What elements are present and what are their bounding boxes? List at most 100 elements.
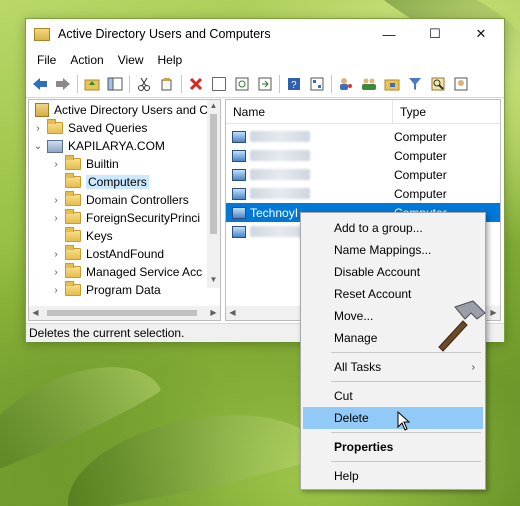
forward-icon[interactable] xyxy=(53,74,73,94)
scroll-up-arrow[interactable]: ▲ xyxy=(207,101,220,110)
collapsed-chevron-icon[interactable]: › xyxy=(50,159,62,170)
menu-item-cut[interactable]: Cut xyxy=(303,385,483,407)
tree-item-label: Managed Service Acc xyxy=(86,265,203,279)
menu-item-properties[interactable]: Properties xyxy=(303,436,483,458)
tree-item[interactable]: ⌄ KAPILARYA.COM xyxy=(32,137,165,155)
status-text: Deletes the current selection. xyxy=(29,326,185,340)
redacted-name xyxy=(250,131,310,142)
refresh-icon[interactable] xyxy=(232,74,252,94)
tree-item-label: ForeignSecurityPrinci xyxy=(86,211,201,225)
tree-root-label: Active Directory Users and Co xyxy=(54,103,215,117)
tree-item-label: Computers xyxy=(86,175,149,189)
cut-icon[interactable] xyxy=(134,74,154,94)
menu-item-add-to-a-group[interactable]: Add to a group... xyxy=(303,217,483,239)
up-folder-icon[interactable] xyxy=(82,74,102,94)
groups-icon[interactable] xyxy=(359,74,379,94)
scroll-down-arrow[interactable]: ▼ xyxy=(207,275,220,284)
computer-row[interactable]: Computer xyxy=(226,184,500,203)
collapsed-chevron-icon[interactable]: › xyxy=(50,213,62,224)
column-header-name[interactable]: Name xyxy=(226,105,392,119)
scroll-right-arrow[interactable]: ▶ xyxy=(207,308,220,317)
tree-item-label: Domain Controllers xyxy=(86,193,189,207)
close-button[interactable]: ✕ xyxy=(458,19,504,49)
menu-file[interactable]: File xyxy=(30,53,63,67)
add-to-group-icon[interactable] xyxy=(451,74,471,94)
maximize-button[interactable]: ☐ xyxy=(412,19,458,49)
computer-row[interactable]: Computer xyxy=(226,127,500,146)
console-tree[interactable]: Active Directory Users and Co › Saved Que… xyxy=(28,99,221,321)
back-icon[interactable] xyxy=(30,74,50,94)
tree-item[interactable]: › Managed Service Acc xyxy=(50,263,202,281)
scroll-thumb[interactable] xyxy=(47,310,197,316)
menu-item-name-mappings[interactable]: Name Mappings... xyxy=(303,239,483,261)
scroll-left-arrow[interactable]: ◀ xyxy=(226,308,239,317)
folder-icon xyxy=(65,173,81,188)
console-tree-icon[interactable] xyxy=(307,74,327,94)
tree-item[interactable]: › LostAndFound xyxy=(50,245,164,263)
menu-item-delete[interactable]: Delete xyxy=(303,407,483,429)
column-header-type[interactable]: Type xyxy=(392,100,426,123)
minimize-button[interactable]: — xyxy=(366,19,412,49)
menu-view[interactable]: View xyxy=(111,53,151,67)
delete-icon[interactable] xyxy=(186,74,206,94)
menu-item-all-tasks[interactable]: All Tasks › xyxy=(303,356,483,378)
folder-icon xyxy=(65,191,81,206)
users-icon[interactable] xyxy=(336,74,356,94)
tree-item[interactable]: › Domain Controllers xyxy=(50,191,189,209)
ou-icon[interactable] xyxy=(382,74,402,94)
menu-item-disable-account[interactable]: Disable Account xyxy=(303,261,483,283)
export-list-icon[interactable] xyxy=(255,74,275,94)
tree-item[interactable]: Computers xyxy=(50,173,149,191)
menu-separator xyxy=(331,461,481,462)
scroll-thumb[interactable] xyxy=(210,114,217,234)
menu-item-label: Delete xyxy=(334,411,369,425)
redacted-name xyxy=(250,188,310,199)
tree-vertical-scrollbar[interactable]: ▲ ▼ xyxy=(207,100,220,288)
menu-item-label: Reset Account xyxy=(334,287,412,301)
tree-item[interactable]: › Saved Queries xyxy=(32,119,147,137)
show-console-tree-icon[interactable] xyxy=(105,74,125,94)
folder-icon xyxy=(65,281,81,296)
copy-icon[interactable] xyxy=(157,74,177,94)
computer-name-cell xyxy=(226,149,376,162)
computer-name-cell xyxy=(226,187,376,200)
menu-item-help[interactable]: Help xyxy=(303,465,483,487)
find-icon[interactable] xyxy=(428,74,448,94)
list-header: Name Type xyxy=(226,100,500,124)
tree-item[interactable]: Keys xyxy=(50,227,113,245)
toolbar-separator xyxy=(279,75,280,93)
tree-item[interactable]: › Builtin xyxy=(50,155,119,173)
menu-item-label: Manage xyxy=(334,331,378,345)
title-bar[interactable]: Active Directory Users and Computers — ☐… xyxy=(26,19,504,49)
expanded-chevron-icon[interactable]: ⌄ xyxy=(32,141,44,152)
filter-icon[interactable] xyxy=(405,74,425,94)
tree-horizontal-scrollbar[interactable]: ◀ ▶ xyxy=(29,306,220,320)
tree-item[interactable]: › Program Data xyxy=(50,281,161,299)
properties-icon[interactable] xyxy=(209,74,229,94)
aduc-snapin-icon xyxy=(35,103,49,117)
redacted-name xyxy=(250,150,310,161)
tree-item[interactable]: › ForeignSecurityPrinci xyxy=(50,209,200,227)
collapsed-chevron-icon[interactable]: › xyxy=(50,285,62,296)
computer-name: TechnoyI xyxy=(250,205,299,220)
collapsed-chevron-icon[interactable]: › xyxy=(50,267,62,278)
collapsed-chevron-icon[interactable]: › xyxy=(50,249,62,260)
menu-bar: File Action View Help xyxy=(26,49,504,71)
menu-item-label: Cut xyxy=(334,389,353,403)
svg-text:?: ? xyxy=(291,80,297,91)
tree-item-label: KAPILARYA.COM xyxy=(68,139,165,153)
help-icon[interactable]: ? xyxy=(284,74,304,94)
folder-icon xyxy=(65,227,81,242)
computer-row[interactable]: Computer xyxy=(226,165,500,184)
tree-root[interactable]: Active Directory Users and Co xyxy=(32,101,215,119)
toolbar-separator xyxy=(129,75,130,93)
folder-icon xyxy=(65,209,81,224)
folder-icon xyxy=(65,263,81,278)
menu-action[interactable]: Action xyxy=(63,53,110,67)
collapsed-chevron-icon[interactable]: › xyxy=(50,195,62,206)
collapsed-chevron-icon[interactable]: › xyxy=(32,123,44,134)
menu-help[interactable]: Help xyxy=(151,53,190,67)
scroll-left-arrow[interactable]: ◀ xyxy=(29,308,42,317)
menu-separator xyxy=(331,432,481,433)
computer-row[interactable]: Computer xyxy=(226,146,500,165)
